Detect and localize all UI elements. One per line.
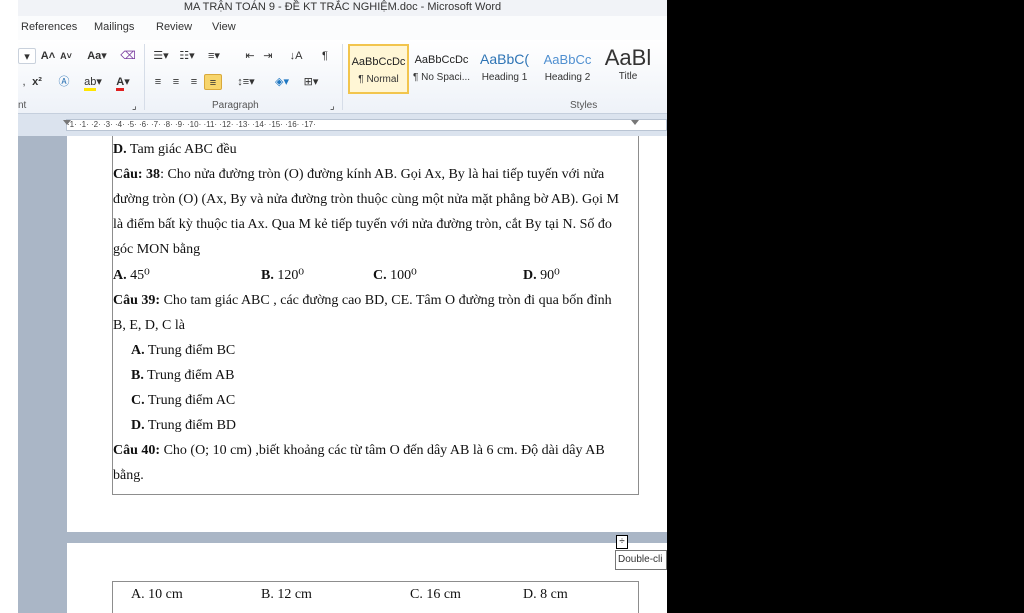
document-area[interactable]: D. Tam giác ABC đều Câu: 38: Cho nửa đườ… (18, 136, 667, 613)
clear-formatting-icon[interactable]: ⌫ (120, 48, 136, 64)
text-effects-icon[interactable]: Ⓐ (56, 74, 72, 90)
decrease-indent-icon[interactable]: ⇤ (242, 48, 258, 64)
title-bar: MA TRẬN TOÁN 9 - ĐỀ KT TRẮC NGHIỆM.doc -… (18, 0, 667, 16)
word-window: MA TRẬN TOÁN 9 - ĐỀ KT TRẮC NGHIỆM.doc -… (0, 0, 667, 613)
answer-b: B. 120⁰ (261, 268, 304, 283)
question-39-line: B, E, D, C là (113, 318, 185, 333)
question-table[interactable]: D. Tam giác ABC đều Câu: 38: Cho nửa đườ… (112, 136, 639, 495)
multilevel-list-icon[interactable]: ≡▾ (202, 48, 226, 64)
right-indent-marker[interactable] (631, 120, 639, 125)
tab-view[interactable]: View (212, 21, 236, 33)
answer-d: D. 8 cm (523, 587, 568, 602)
show-hide-marks-icon[interactable]: ¶ (318, 48, 332, 64)
answer-d: D. Trung điểm BD (131, 418, 237, 433)
justify-icon[interactable]: ≡ (204, 74, 222, 90)
font-group-label: nt (18, 100, 27, 111)
tab-mailings[interactable]: Mailings (94, 21, 134, 33)
ribbon: ▾ A˄ A˅ Aa▾ ⌫ , x² Ⓐ ab▾ A▾ nt ⌟ ☰▾ ☷▾ ≡… (18, 40, 667, 114)
font-dialog-launcher-icon[interactable]: ⌟ (132, 100, 137, 114)
style-no-spacing[interactable]: AaBbCcDc ¶ No Spaci... (411, 44, 472, 94)
shading-icon[interactable]: ◈▾ (270, 74, 294, 90)
change-case-button[interactable]: Aa▾ (84, 48, 110, 64)
question-40-line: bằng. (113, 468, 144, 483)
question-38: Câu: 38: Cho nửa đường tròn (O) đường kí… (113, 167, 605, 182)
tab-review[interactable]: Review (156, 21, 192, 33)
font-size-dropdown[interactable]: ▾ (18, 48, 36, 64)
answer-a: A. 10 cm (131, 587, 183, 602)
paragraph-dialog-launcher-icon[interactable]: ⌟ (330, 100, 335, 114)
highlight-color-button[interactable]: ab▾ (82, 74, 104, 91)
ruler-ticks: ·1· ·1· ·2· ·3· ·4· ·5· ·6· ·7· ·8· ·9· … (67, 120, 316, 129)
align-center-icon[interactable]: ≡ (168, 74, 184, 90)
ruler-bar: ·1· ·1· ·2· ·3· ·4· ·5· ·6· ·7· ·8· ·9· … (18, 114, 667, 136)
increase-indent-icon[interactable]: ⇥ (260, 48, 276, 64)
paragraph-group-label: Paragraph (212, 100, 259, 111)
window-title: MA TRẬN TOÁN 9 - ĐỀ KT TRẮC NGHIỆM.doc -… (183, 1, 502, 13)
answer-b: B. 12 cm (261, 587, 312, 602)
answer-b: B. Trung điểm AB (131, 368, 235, 383)
style-heading-1[interactable]: AaBbC( Heading 1 (474, 44, 535, 94)
numbering-icon[interactable]: ☷▾ (176, 48, 198, 64)
align-left-icon[interactable]: ≡ (150, 74, 166, 90)
tooltip: Double-cli (615, 550, 667, 570)
answer-table[interactable]: A. 10 cm B. 12 cm C. 16 cm D. 8 cm (112, 581, 639, 613)
page[interactable]: A. 10 cm B. 12 cm C. 16 cm D. 8 cm (67, 543, 667, 613)
question-39: Câu 39: Cho tam giác ABC , các đường cao… (113, 293, 612, 308)
borders-icon[interactable]: ⊞▾ (300, 74, 322, 90)
question-38-line: góc MON bằng (113, 242, 201, 257)
split-cursor-icon: ÷ (616, 535, 628, 549)
question-40: Câu 40: Cho (O; 10 cm) ,biết khoảng các … (113, 443, 605, 458)
answer-c: C. Trung điểm AC (131, 393, 236, 408)
tab-references[interactable]: References (21, 21, 77, 33)
answer-c: C. 16 cm (410, 587, 461, 602)
style-normal[interactable]: AaBbCcDc ¶ Normal (348, 44, 409, 94)
ribbon-separator (144, 44, 145, 110)
bullets-icon[interactable]: ☰▾ (150, 48, 172, 64)
style-title[interactable]: AaBl Title (600, 44, 656, 94)
superscript-icon[interactable]: x² (30, 74, 44, 90)
ribbon-tabs: References Mailings Review View (18, 16, 667, 40)
line-spacing-icon[interactable]: ↕≡▾ (234, 74, 258, 90)
answer-c: C. 100⁰ (373, 268, 417, 283)
horizontal-ruler[interactable]: ·1· ·1· ·2· ·3· ·4· ·5· ·6· ·7· ·8· ·9· … (63, 119, 667, 131)
subscript-icon[interactable]: , (18, 74, 30, 90)
page[interactable]: D. Tam giác ABC đều Câu: 38: Cho nửa đườ… (67, 136, 667, 532)
question-38-line: đường tròn (O) (Ax, By và nửa đường tròn… (113, 192, 619, 207)
answer-d: D. 90⁰ (523, 268, 560, 283)
style-heading-2[interactable]: AaBbCc Heading 2 (537, 44, 598, 94)
answer-line: D. Tam giác ABC đều (113, 142, 237, 157)
font-color-button[interactable]: A▾ (112, 74, 134, 91)
shrink-font-button[interactable]: A˅ (58, 48, 74, 64)
first-line-indent-marker[interactable] (63, 120, 71, 125)
answer-a: A. 45⁰ (113, 268, 150, 283)
grow-font-button[interactable]: A˄ (40, 48, 56, 64)
styles-group-label: Styles (570, 100, 598, 111)
ribbon-separator (342, 44, 343, 110)
question-38-line: là điểm bất kỳ thuộc tia Ax. Qua M kẻ ti… (113, 217, 612, 232)
answer-a: A. Trung điểm BC (131, 343, 236, 358)
sort-icon[interactable]: ↓A (286, 48, 306, 64)
align-right-icon[interactable]: ≡ (186, 74, 202, 90)
